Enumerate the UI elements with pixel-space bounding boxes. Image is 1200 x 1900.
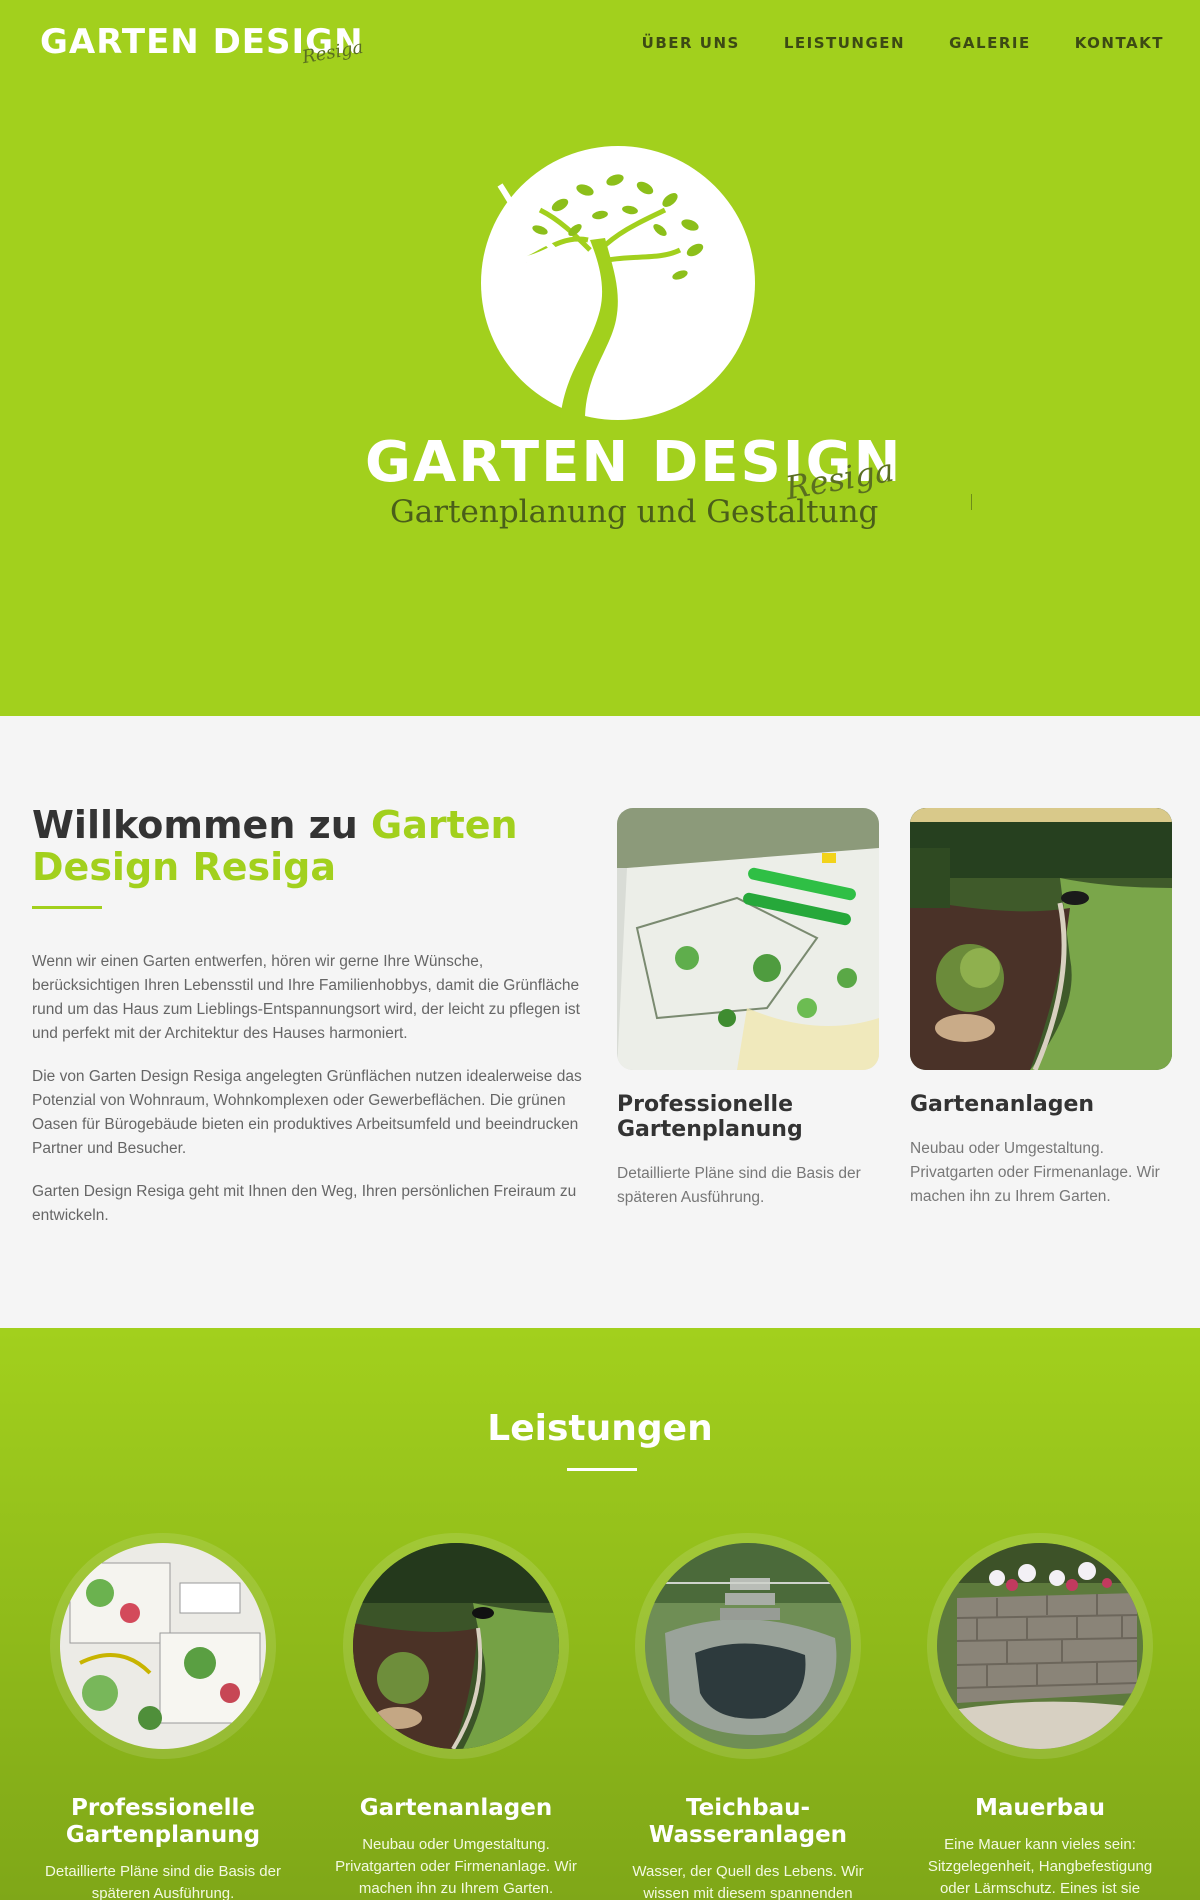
main-nav: ÜBER UNS LEISTUNGEN GALERIE KONTAKT bbox=[642, 34, 1164, 52]
feature-text-gartenanlagen: Neubau oder Umgestaltung. Privatgarten o… bbox=[910, 1140, 1160, 1205]
welcome-text: Wenn wir einen Garten entwerfen, hören w… bbox=[32, 950, 587, 1247]
feature-text-gartenplanung: Detaillierte Pläne sind die Basis der sp… bbox=[617, 1165, 861, 1206]
welcome-paragraph-3: Garten Design Resiga geht mit Ihnen den … bbox=[32, 1183, 577, 1224]
planning-sketch-image bbox=[60, 1543, 266, 1749]
service-card-mauerbau[interactable]: Mauerbau Eine Mauer kann vieles sein: Si… bbox=[900, 1533, 1180, 1900]
services-title: Leistungen bbox=[487, 1408, 713, 1449]
garden-plan-image bbox=[617, 808, 879, 1070]
hero-logo-tagline: Gartenplanung und Gestaltung bbox=[390, 494, 879, 530]
service-title-gartenanlagen: Gartenanlagen bbox=[359, 1795, 553, 1821]
welcome-paragraph-1: Wenn wir einen Garten entwerfen, hören w… bbox=[32, 953, 580, 1042]
services-title-underline bbox=[567, 1468, 637, 1471]
service-text-mauerbau: Eine Mauer kann vieles sein: Sitzgelegen… bbox=[927, 1836, 1153, 1897]
welcome-section: Willkommen zu Garten Design Resiga Wenn … bbox=[0, 716, 1200, 1328]
nav-link-leistungen[interactable]: LEISTUNGEN bbox=[784, 34, 905, 52]
nav-link-ueber-uns[interactable]: ÜBER UNS bbox=[642, 34, 740, 52]
pond-construction-image bbox=[645, 1543, 851, 1749]
service-card-gartenanlagen[interactable]: Gartenanlagen Neubau oder Umgestaltung. … bbox=[316, 1533, 596, 1900]
nav-link-galerie[interactable]: GALERIE bbox=[949, 34, 1031, 52]
nav-link-kontakt[interactable]: KONTAKT bbox=[1075, 34, 1164, 52]
welcome-paragraph-2: Die von Garten Design Resiga angelegten … bbox=[32, 1068, 582, 1157]
hero-divider-mark bbox=[971, 494, 972, 510]
garden-bed-image bbox=[353, 1543, 559, 1749]
service-title-teichbau: Teichbau-Wasseranlagen bbox=[648, 1795, 848, 1848]
services-section: Leistungen Professionelle Gartenplanung … bbox=[0, 1328, 1200, 1900]
service-card-gartenplanung[interactable]: Professionelle Gartenplanung Detailliert… bbox=[23, 1533, 303, 1900]
service-text-gartenanlagen: Neubau oder Umgestaltung. Privatgarten o… bbox=[335, 1836, 577, 1897]
service-text-teichbau: Wasser, der Quell des Lebens. Wir wissen… bbox=[632, 1863, 864, 1900]
service-image-frame bbox=[50, 1533, 276, 1759]
feature-title-gartenanlagen: Gartenanlagen bbox=[910, 1092, 1095, 1117]
service-card-teichbau[interactable]: Teichbau-Wasseranlagen Wasser, der Quell… bbox=[608, 1533, 888, 1900]
welcome-title-prefix: Willkommen zu bbox=[32, 803, 358, 847]
feature-card-gartenplanung[interactable]: Professionelle Gartenplanung Detailliert… bbox=[617, 808, 879, 1210]
service-title-gartenplanung: Professionelle Gartenplanung bbox=[65, 1795, 261, 1848]
service-image-frame bbox=[927, 1533, 1153, 1759]
feature-card-gartenanlagen[interactable]: Gartenanlagen Neubau oder Umgestaltung. … bbox=[910, 808, 1172, 1209]
garden-installation-image bbox=[910, 808, 1172, 1070]
welcome-title: Willkommen zu Garten Design Resiga bbox=[32, 804, 592, 888]
service-image-frame bbox=[343, 1533, 569, 1759]
welcome-title-underline bbox=[32, 906, 102, 909]
hero-section: GARTEN DESIGN Resiga ÜBER UNS LEISTUNGEN… bbox=[0, 0, 1200, 716]
brand-logo-link[interactable]: GARTEN DESIGN Resiga bbox=[40, 22, 365, 68]
service-title-mauerbau: Mauerbau bbox=[974, 1795, 1106, 1821]
service-image-frame bbox=[635, 1533, 861, 1759]
feature-title-gartenplanung: Professionelle Gartenplanung bbox=[617, 1092, 803, 1142]
service-text-gartenplanung: Detaillierte Pläne sind die Basis der sp… bbox=[45, 1863, 281, 1900]
stone-wall-image bbox=[937, 1543, 1143, 1749]
